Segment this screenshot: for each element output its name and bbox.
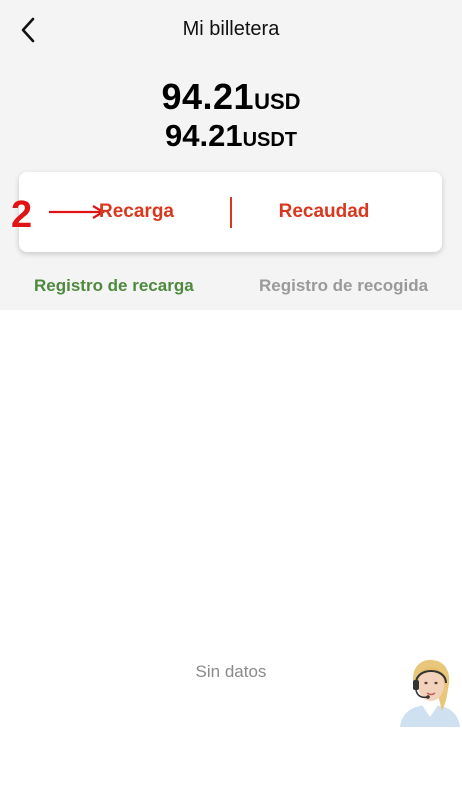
balance-usd-amount: 94.21 xyxy=(161,76,255,117)
page-title: Mi billetera xyxy=(182,18,280,40)
balance-usd-unit: USD xyxy=(254,89,301,114)
balance-usdt: 94.21USDT xyxy=(0,118,462,154)
balance-usdt-amount: 94.21 xyxy=(164,118,243,153)
empty-state-text: Sin datos xyxy=(195,662,267,681)
balance-usd: 94.21USD xyxy=(0,76,462,118)
customer-support-button[interactable] xyxy=(398,655,462,727)
header: Mi billetera xyxy=(0,0,462,64)
tab-collection-history[interactable]: Registro de recogida xyxy=(259,276,428,296)
action-card: 2 Recarga Recaudad xyxy=(11,172,442,252)
customer-support-avatar-icon xyxy=(400,659,460,727)
recharge-button[interactable]: Recarga xyxy=(79,172,194,252)
collect-button[interactable]: Recaudad xyxy=(245,172,403,252)
step-number-annotation: 2 xyxy=(11,194,33,236)
balance-usdt-unit: USDT xyxy=(242,129,298,151)
tab-recharge-history[interactable]: Registro de recarga xyxy=(34,276,194,296)
divider xyxy=(230,197,232,228)
